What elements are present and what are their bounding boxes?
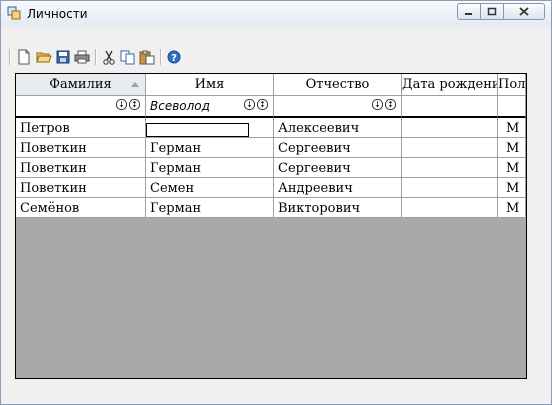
filter-operator-icon[interactable]: ↓ bbox=[116, 99, 127, 110]
help-button[interactable]: ? bbox=[165, 48, 183, 66]
window-title: Личности bbox=[27, 7, 88, 21]
main-window: Личности ? Фамилия Имя Отчество Дата рож… bbox=[0, 0, 552, 405]
help-icon: ? bbox=[167, 50, 181, 64]
filter-cell-birthdate[interactable] bbox=[402, 96, 498, 118]
paste-button[interactable] bbox=[138, 48, 156, 66]
cell-editor-input[interactable] bbox=[146, 123, 249, 137]
copy-button[interactable] bbox=[119, 48, 137, 66]
filter-cell-patronymic[interactable]: ↓ ↕ bbox=[274, 96, 402, 118]
table-cell-lastname[interactable]: Поветкин bbox=[16, 158, 146, 178]
table-cell-patronymic[interactable]: Сергеевич bbox=[274, 138, 402, 158]
print-button[interactable] bbox=[73, 48, 91, 66]
filter-cell-firstname[interactable]: Всеволод ↓ ↕ bbox=[146, 96, 274, 118]
column-header-label: Пол bbox=[498, 77, 526, 92]
toolbar-grip bbox=[9, 49, 11, 65]
table-cell-gender[interactable]: М bbox=[498, 198, 526, 218]
table-cell-birthdate[interactable] bbox=[402, 178, 498, 198]
table-cell-firstname[interactable]: Герман bbox=[146, 198, 274, 218]
table-cell-patronymic[interactable]: Сергеевич bbox=[274, 158, 402, 178]
table-cell-birthdate[interactable] bbox=[402, 118, 498, 138]
maximize-icon bbox=[487, 7, 497, 16]
new-button[interactable] bbox=[15, 48, 33, 66]
cut-button[interactable] bbox=[100, 48, 118, 66]
table-cell-gender[interactable]: М bbox=[498, 158, 526, 178]
close-icon bbox=[519, 7, 529, 16]
paste-icon bbox=[139, 50, 155, 64]
column-header-patronymic[interactable]: Отчество bbox=[274, 74, 402, 96]
filter-sort-icon[interactable]: ↕ bbox=[129, 99, 140, 110]
table-cell-birthdate[interactable] bbox=[402, 138, 498, 158]
toolbar-separator bbox=[160, 49, 162, 65]
close-button[interactable] bbox=[503, 3, 545, 20]
maximize-button[interactable] bbox=[480, 3, 504, 20]
table-cell-firstname[interactable]: Герман bbox=[146, 158, 274, 178]
app-icon bbox=[7, 6, 21, 20]
table-cell-firstname[interactable]: Семен bbox=[146, 178, 274, 198]
table-cell-lastname[interactable]: Семёнов bbox=[16, 198, 146, 218]
column-header-label: Имя bbox=[194, 77, 225, 92]
column-header-birthdate[interactable]: Дата рождения bbox=[402, 74, 498, 96]
save-button[interactable] bbox=[54, 48, 72, 66]
filter-operator-icon[interactable]: ↓ bbox=[244, 99, 255, 110]
column-header-lastname[interactable]: Фамилия bbox=[16, 74, 146, 96]
table-cell-patronymic[interactable]: Алексеевич bbox=[274, 118, 402, 138]
toolbar: ? bbox=[9, 47, 545, 69]
copy-icon bbox=[120, 50, 135, 64]
column-header-gender[interactable]: Пол bbox=[498, 74, 526, 96]
svg-text:?: ? bbox=[171, 53, 177, 64]
toolbar-separator bbox=[95, 49, 97, 65]
filter-value: Всеволод bbox=[150, 99, 210, 113]
filter-cell-gender[interactable] bbox=[498, 96, 526, 118]
open-button[interactable] bbox=[35, 48, 53, 66]
new-icon bbox=[18, 49, 30, 65]
filter-sort-icon[interactable]: ↕ bbox=[257, 99, 268, 110]
table-cell-lastname[interactable]: Поветкин bbox=[16, 138, 146, 158]
filter-cell-lastname[interactable]: ↓ ↕ bbox=[16, 96, 146, 118]
column-header-label: Отчество bbox=[305, 77, 370, 92]
table-cell-gender[interactable]: М bbox=[498, 118, 526, 138]
print-icon bbox=[74, 50, 90, 64]
table-cell-birthdate[interactable] bbox=[402, 198, 498, 218]
column-header-label: Фамилия bbox=[49, 77, 112, 92]
filter-sort-icon[interactable]: ↕ bbox=[385, 99, 396, 110]
table-cell-patronymic[interactable]: Андреевич bbox=[274, 178, 402, 198]
minimize-icon bbox=[465, 12, 472, 15]
save-icon bbox=[56, 50, 70, 64]
sort-ascending-icon bbox=[131, 82, 139, 87]
table-cell-lastname[interactable]: Петров bbox=[16, 118, 146, 138]
table-cell-gender[interactable]: М bbox=[498, 138, 526, 158]
minimize-button[interactable] bbox=[457, 3, 481, 20]
column-header-label: Дата рождения bbox=[402, 77, 497, 92]
table-cell-firstname[interactable]: Герман bbox=[146, 138, 274, 158]
table-cell-patronymic[interactable]: Викторович bbox=[274, 198, 402, 218]
filter-operator-icon[interactable]: ↓ bbox=[372, 99, 383, 110]
table-cell-gender[interactable]: М bbox=[498, 178, 526, 198]
table-cell-lastname[interactable]: Поветкин bbox=[16, 178, 146, 198]
persons-grid[interactable]: Фамилия Имя Отчество Дата рождения Пол ↓… bbox=[15, 73, 527, 379]
open-icon bbox=[36, 52, 52, 63]
cut-icon bbox=[103, 50, 115, 65]
table-cell-birthdate[interactable] bbox=[402, 158, 498, 178]
column-header-firstname[interactable]: Имя bbox=[146, 74, 274, 96]
title-bar[interactable]: Личности bbox=[1, 1, 551, 27]
